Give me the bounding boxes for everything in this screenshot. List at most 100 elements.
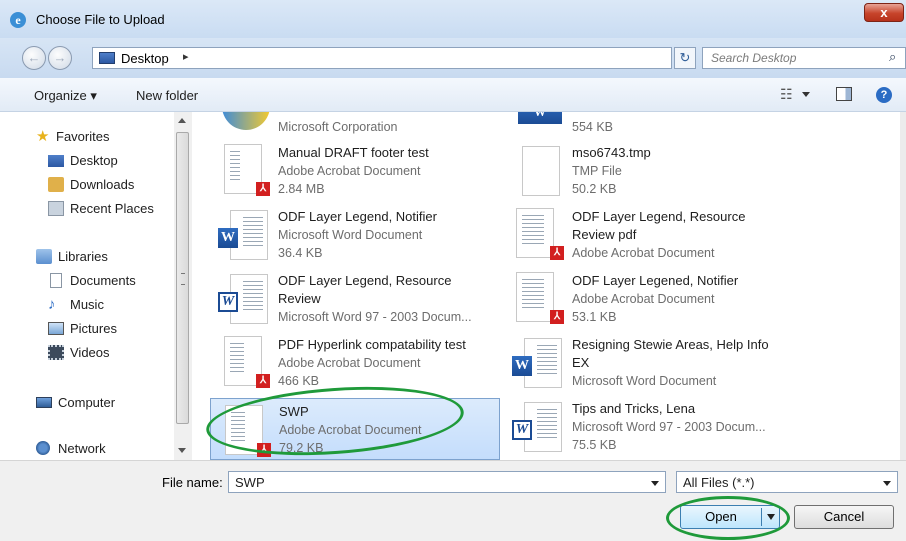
file-name-line2: Review bbox=[278, 291, 321, 306]
file-name-label: File name: bbox=[162, 475, 223, 490]
search-icon[interactable]: ⌕ bbox=[889, 49, 896, 65]
file-item-odf-resource-review-pdf[interactable]: ⅄ ODF Layer Legend, Resource Review pdf … bbox=[510, 206, 890, 264]
breadcrumb-chevron-icon[interactable]: ▸ bbox=[183, 50, 189, 63]
file-item-mso6743[interactable]: mso6743.tmp TMP File 50.2 KB bbox=[510, 142, 890, 200]
file-name: PDF Hyperlink compatability test bbox=[278, 337, 466, 352]
pdf-icon: ⅄ bbox=[550, 310, 564, 324]
file-type: Microsoft Word Document bbox=[278, 228, 423, 242]
sidebar-item-label: Libraries bbox=[58, 249, 108, 264]
address-bar[interactable]: Desktop ▸ bbox=[92, 47, 749, 69]
breadcrumb-desktop[interactable]: Desktop bbox=[121, 51, 169, 66]
command-bar: Organize ▾ New folder ☷ ? bbox=[0, 78, 906, 112]
cancel-button[interactable]: Cancel bbox=[794, 505, 894, 529]
file-size: 2.84 MB bbox=[278, 182, 325, 196]
sidebar-item-label: Network bbox=[58, 441, 106, 456]
file-item-odf-notifier-doc[interactable]: W ODF Layer Legend, Notifier Microsoft W… bbox=[216, 206, 496, 264]
file-size: 50.2 KB bbox=[572, 182, 617, 196]
sidebar-item-label: Videos bbox=[70, 345, 110, 360]
generic-file-icon bbox=[522, 146, 560, 196]
file-name-line2: EX bbox=[572, 355, 590, 370]
new-folder-button[interactable]: New folder bbox=[136, 88, 198, 103]
file-size: 466 KB bbox=[278, 374, 320, 388]
close-button[interactable]: x bbox=[864, 3, 904, 22]
file-name-value: SWP bbox=[235, 475, 265, 490]
pictures-icon bbox=[48, 322, 64, 335]
file-name: mso6743.tmp bbox=[572, 145, 651, 160]
file-name-line2: Review pdf bbox=[572, 227, 637, 242]
annotation-ellipse-open bbox=[666, 496, 790, 540]
recent-places-icon bbox=[48, 201, 64, 216]
file-name-dropdown-icon[interactable] bbox=[651, 481, 659, 486]
file-size: 53.1 KB bbox=[572, 310, 617, 324]
libraries-icon bbox=[36, 249, 52, 264]
file-type: Adobe Acrobat Document bbox=[278, 164, 421, 178]
organize-menu[interactable]: Organize ▾ bbox=[34, 88, 97, 104]
navigation-bar: ← → Desktop ▸ ↻ Search Desktop ⌕ bbox=[0, 38, 906, 78]
file-type: Adobe Acrobat Document bbox=[278, 356, 421, 370]
sidebar-item-label: Music bbox=[70, 297, 104, 312]
word-icon: W bbox=[512, 356, 532, 376]
file-item-manual-draft[interactable]: ⅄ Manual DRAFT footer test Adobe Acrobat… bbox=[216, 142, 496, 200]
scrollbar-thumb[interactable] bbox=[176, 132, 189, 424]
search-input[interactable]: Search Desktop ⌕ bbox=[702, 47, 906, 69]
file-item-tips-and-tricks[interactable]: W Tips and Tricks, Lena Microsoft Word 9… bbox=[510, 398, 890, 456]
file-type: Microsoft Corporation bbox=[278, 120, 398, 134]
sidebar-item-label: Documents bbox=[70, 273, 136, 288]
scrollbar-grip-icon bbox=[181, 273, 185, 285]
file-type: TMP File bbox=[572, 164, 622, 178]
word-icon: W bbox=[518, 112, 562, 124]
scroll-down-icon[interactable] bbox=[178, 448, 186, 453]
file-list-scrollbar[interactable] bbox=[900, 112, 906, 460]
file-name: ODF Layer Legend, Notifier bbox=[278, 209, 437, 224]
documents-icon bbox=[50, 273, 62, 288]
file-name: Manual DRAFT footer test bbox=[278, 145, 429, 160]
file-type-value: All Files (*.*) bbox=[683, 475, 755, 490]
desktop-icon bbox=[99, 52, 115, 64]
music-icon: ♪ bbox=[48, 296, 56, 313]
file-size: 36.4 KB bbox=[278, 246, 323, 260]
computer-icon bbox=[36, 397, 52, 408]
pdf-icon: ⅄ bbox=[550, 246, 564, 260]
back-button[interactable]: ← bbox=[22, 46, 46, 70]
forward-button[interactable]: → bbox=[48, 46, 72, 70]
internet-explorer-icon: e bbox=[10, 12, 26, 28]
file-name: Resigning Stewie Areas, Help Info bbox=[572, 337, 769, 352]
pdf-icon: ⅄ bbox=[256, 182, 270, 196]
star-icon: ★ bbox=[36, 128, 50, 145]
word-97-icon: W bbox=[512, 420, 532, 440]
file-name: ODF Layer Legened, Notifier bbox=[572, 273, 739, 288]
file-item-pdf-hyperlink[interactable]: ⅄ PDF Hyperlink compatability test Adobe… bbox=[216, 334, 496, 392]
window-title: Choose File to Upload bbox=[36, 12, 165, 27]
sidebar-item-label: Pictures bbox=[70, 321, 117, 336]
setup-icon bbox=[222, 112, 270, 130]
file-name: ODF Layer Legend, Resource bbox=[572, 209, 746, 224]
file-item-odf-legened-notifier[interactable]: ⅄ ODF Layer Legened, Notifier Adobe Acro… bbox=[510, 270, 890, 328]
file-item-odf-resource-review-doc[interactable]: W ODF Layer Legend, Resource Review Micr… bbox=[216, 270, 496, 328]
scroll-up-icon[interactable] bbox=[178, 118, 186, 123]
desktop-icon bbox=[48, 155, 64, 167]
file-type-select[interactable]: All Files (*.*) bbox=[676, 471, 898, 493]
views-dropdown-icon[interactable] bbox=[802, 92, 810, 97]
file-type: Microsoft Word 97 - 2003 Docum... bbox=[278, 310, 472, 324]
file-item-resigning-stewie[interactable]: W Resigning Stewie Areas, Help Info EX M… bbox=[510, 334, 890, 392]
file-type: Adobe Acrobat Document bbox=[572, 292, 715, 306]
preview-pane-icon[interactable] bbox=[836, 87, 852, 101]
sidebar-item-label: Desktop bbox=[70, 153, 118, 168]
sidebar-item-label: Downloads bbox=[70, 177, 135, 192]
sidebar-item-label: Recent Places bbox=[70, 201, 154, 216]
sidebar-item-label: Favorites bbox=[56, 129, 110, 144]
views-icon: ☷ bbox=[780, 86, 793, 102]
file-size: 554 KB bbox=[572, 120, 614, 134]
file-name-input[interactable]: SWP bbox=[228, 471, 666, 493]
help-icon[interactable]: ? bbox=[876, 87, 892, 103]
pdf-icon: ⅄ bbox=[256, 374, 270, 388]
word-97-icon: W bbox=[218, 292, 238, 312]
file-type: Microsoft Word 97 - 2003 Docum... bbox=[572, 420, 766, 434]
file-size: 75.5 KB bbox=[572, 438, 617, 452]
refresh-button[interactable]: ↻ bbox=[674, 47, 696, 69]
file-type: Adobe Acrobat Document bbox=[572, 246, 715, 260]
word-icon: W bbox=[218, 228, 238, 248]
sidebar-scrollbar[interactable] bbox=[174, 112, 192, 460]
file-type-dropdown-icon[interactable] bbox=[883, 481, 891, 486]
pdf-thumbnail bbox=[516, 272, 554, 322]
